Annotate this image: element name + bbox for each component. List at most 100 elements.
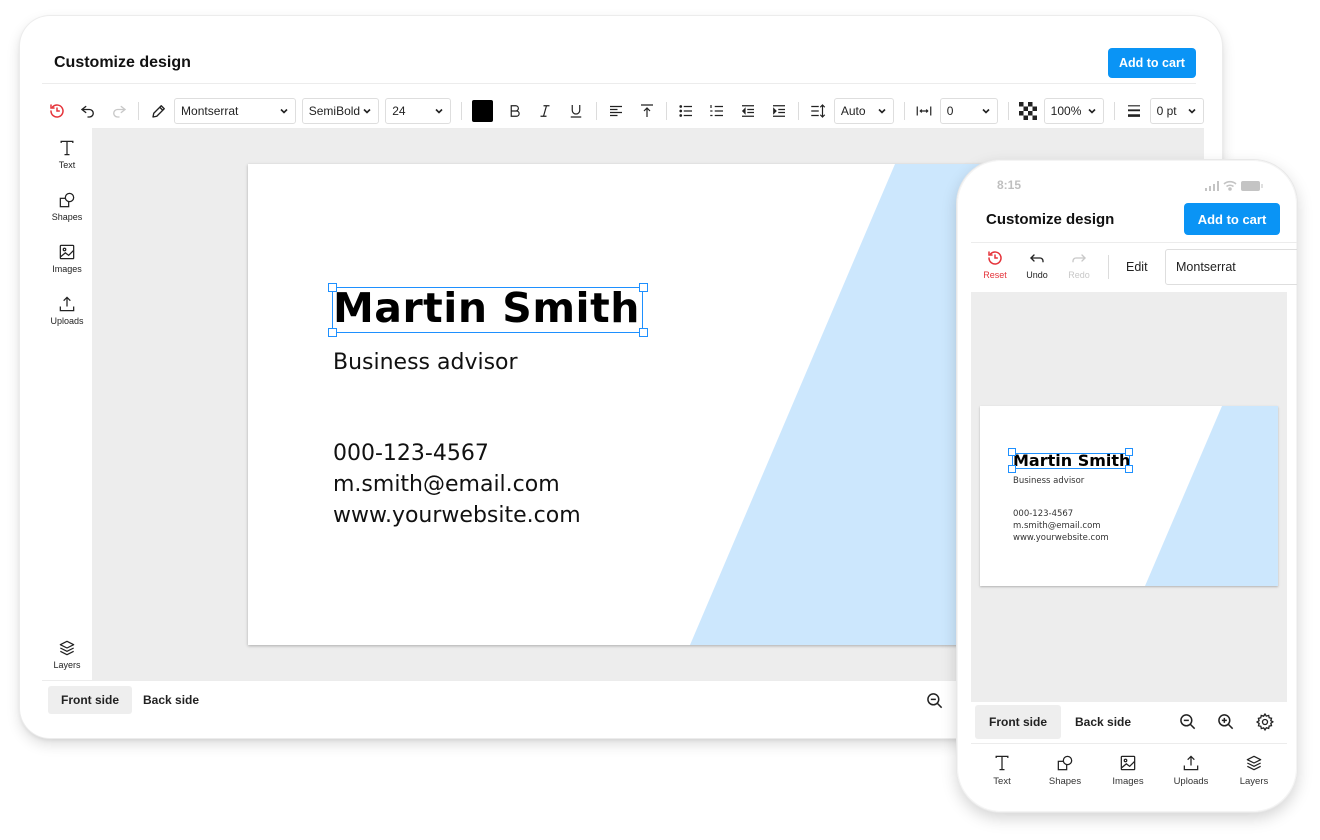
chevron-down-icon <box>435 108 443 114</box>
sidebar-item-shapes[interactable]: Shapes <box>42 190 92 222</box>
nav-label: Uploads <box>1173 776 1209 787</box>
nav-item-shapes[interactable]: Shapes <box>1040 753 1090 787</box>
chevron-down-icon <box>280 108 288 114</box>
nav-item-layers[interactable]: Layers <box>1229 753 1279 787</box>
resize-handle-top-left[interactable] <box>328 283 337 292</box>
phone-design-canvas[interactable]: Martin Smith Business advisor 000-123-45… <box>971 292 1287 702</box>
font-family-select[interactable]: Montserrat <box>174 98 296 124</box>
card-title-text[interactable]: Business advisor <box>1013 476 1084 486</box>
sidebar-label: Uploads <box>50 316 84 326</box>
add-to-cart-button[interactable]: Add to cart <box>1108 48 1196 78</box>
opacity-checker-icon[interactable] <box>1013 98 1044 124</box>
outdent-icon[interactable] <box>733 98 764 124</box>
underline-icon[interactable] <box>561 98 592 124</box>
business-card-front[interactable]: Martin Smith Business advisor 000-123-45… <box>248 164 1008 645</box>
reset-icon <box>988 251 1002 265</box>
text-icon <box>60 140 74 156</box>
layers-icon <box>1246 755 1262 771</box>
zoom-out-icon[interactable] <box>1178 712 1198 732</box>
divider <box>1007 102 1009 120</box>
add-to-cart-button[interactable]: Add to cart <box>1184 203 1280 235</box>
indent-icon[interactable] <box>763 98 794 124</box>
sidebar-label: Images <box>52 264 82 274</box>
phone-bottom-nav: Text Shapes Images Uploads Layers <box>971 745 1287 795</box>
chevron-down-icon <box>878 108 886 114</box>
reset-button[interactable]: Reset <box>978 249 1012 280</box>
sidebar-item-layers[interactable]: Layers <box>42 638 92 670</box>
page-title: Customize design <box>54 54 191 71</box>
undo-icon[interactable] <box>73 98 104 124</box>
card-phone-text[interactable]: 000-123-4567 <box>1013 509 1073 519</box>
letter-spacing-value: 0 <box>946 104 954 118</box>
settings-gear-icon[interactable] <box>1255 712 1275 732</box>
resize-handle-top-left[interactable] <box>1008 448 1016 456</box>
wifi-icon <box>1223 180 1237 191</box>
card-title-text[interactable]: Business advisor <box>333 350 518 375</box>
resize-handle-bottom-left[interactable] <box>1008 465 1016 473</box>
sidebar-item-images[interactable]: Images <box>42 242 92 274</box>
phone-toolbar: Reset Undo Redo Edit Montserrat <box>971 242 1297 292</box>
business-card-preview[interactable]: Martin Smith Business advisor 000-123-45… <box>980 406 1278 586</box>
reset-icon[interactable] <box>42 98 73 124</box>
stroke-width-select[interactable]: 0 pt <box>1149 98 1204 124</box>
font-size-select[interactable]: 24 <box>385 98 452 124</box>
nav-label: Images <box>1112 776 1144 787</box>
tab-front-side[interactable]: Front side <box>48 686 133 714</box>
sidebar-item-uploads[interactable]: Uploads <box>42 294 92 326</box>
align-left-icon[interactable] <box>601 98 632 124</box>
card-email-text[interactable]: m.smith@email.com <box>333 472 560 497</box>
image-icon <box>59 244 75 260</box>
nav-item-text[interactable]: Text <box>977 753 1027 787</box>
font-weight-select[interactable]: SemiBold <box>301 98 380 124</box>
stroke-icon[interactable] <box>1119 98 1150 124</box>
card-email-text[interactable]: m.smith@email.com <box>1013 521 1101 531</box>
opacity-select[interactable]: 100% <box>1043 98 1104 124</box>
numbered-list-icon[interactable] <box>702 98 733 124</box>
sidebar-item-text[interactable]: Text <box>42 138 92 170</box>
card-website-text[interactable]: www.yourwebsite.com <box>1013 533 1109 543</box>
resize-handle-bottom-right[interactable] <box>1125 465 1133 473</box>
nav-item-images[interactable]: Images <box>1103 753 1153 787</box>
battery-icon <box>1241 180 1263 191</box>
card-phone-text[interactable]: 000-123-4567 <box>333 441 489 466</box>
chevron-down-icon <box>1188 108 1196 114</box>
edit-button[interactable]: Edit <box>1126 260 1148 274</box>
redo-icon[interactable] <box>104 98 135 124</box>
card-website-text[interactable]: www.yourwebsite.com <box>333 503 581 528</box>
opacity-value: 100% <box>1050 104 1082 118</box>
tab-back-side[interactable]: Back side <box>130 686 212 714</box>
shapes-icon <box>1057 755 1073 771</box>
zoom-out-icon[interactable] <box>925 691 945 711</box>
font-size-value: 24 <box>392 104 406 118</box>
image-icon <box>1120 755 1136 771</box>
resize-handle-bottom-left[interactable] <box>328 328 337 337</box>
font-family-select[interactable]: Montserrat <box>1165 249 1297 285</box>
bullet-list-icon[interactable] <box>671 98 702 124</box>
italic-icon[interactable] <box>530 98 561 124</box>
status-time: 8:15 <box>997 178 1022 192</box>
bold-icon[interactable] <box>499 98 530 124</box>
layers-icon <box>59 640 75 656</box>
tools-sidebar: Text Shapes Images Uploads Layers <box>42 128 92 680</box>
letter-spacing-icon[interactable] <box>909 98 940 124</box>
edit-pencil-icon[interactable] <box>143 98 174 124</box>
resize-handle-top-right[interactable] <box>639 283 648 292</box>
accent-shape <box>690 164 1008 645</box>
tab-front-side[interactable]: Front side <box>975 705 1062 739</box>
text-color-swatch[interactable] <box>472 100 494 122</box>
chevron-down-icon <box>363 108 371 114</box>
resize-handle-top-right[interactable] <box>1125 448 1133 456</box>
undo-button[interactable]: Undo <box>1020 249 1054 280</box>
zoom-in-icon[interactable] <box>1216 712 1236 732</box>
letter-spacing-select[interactable]: 0 <box>939 98 998 124</box>
line-height-icon[interactable] <box>803 98 834 124</box>
nav-label: Text <box>993 776 1011 787</box>
nav-item-uploads[interactable]: Uploads <box>1166 753 1216 787</box>
resize-handle-bottom-right[interactable] <box>639 328 648 337</box>
redo-button[interactable]: Redo <box>1062 249 1096 280</box>
line-height-select[interactable]: Auto <box>833 98 894 124</box>
redo-icon <box>1072 254 1086 263</box>
status-icons <box>1205 180 1263 191</box>
align-top-icon[interactable] <box>631 98 662 124</box>
tab-back-side[interactable]: Back side <box>1061 705 1145 739</box>
